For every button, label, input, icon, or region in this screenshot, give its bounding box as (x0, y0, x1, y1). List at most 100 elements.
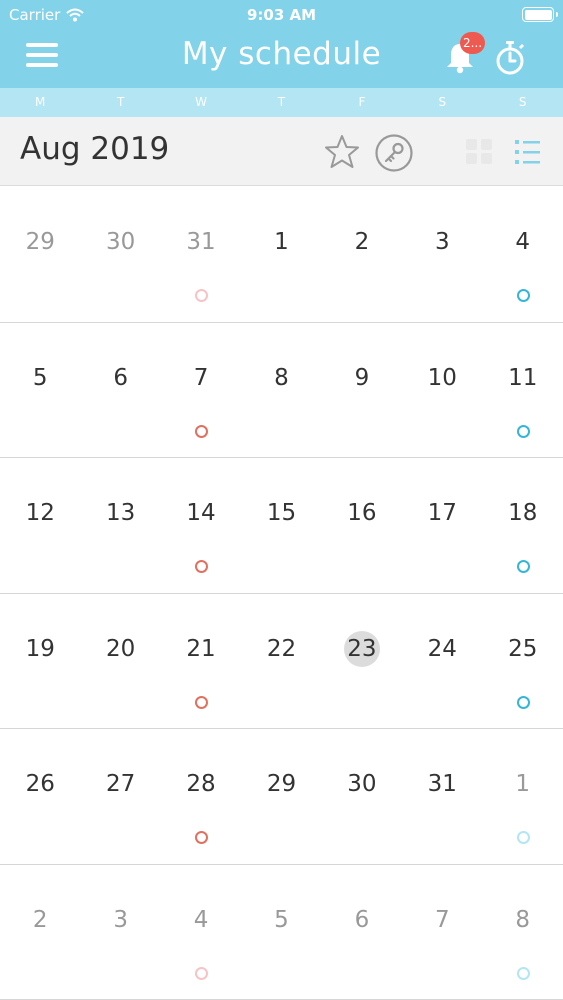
weekday-label: T (116, 95, 125, 109)
day-number-text: 8 (274, 364, 289, 391)
calendar-day[interactable]: 18 (483, 458, 563, 593)
calendar-day-number: 24 (402, 636, 482, 662)
calendar-day[interactable]: 21 (161, 594, 241, 729)
day-number-text: 2 (32, 906, 48, 933)
calendar-day[interactable]: 28 (161, 729, 241, 864)
calendar-day[interactable]: 29 (0, 187, 80, 322)
day-number-text: 29 (266, 771, 297, 797)
calendar-day[interactable]: 10 (402, 323, 482, 458)
event-indicator-dot (195, 966, 209, 980)
day-number-text: 16 (347, 500, 377, 526)
calendar-day[interactable]: 1 (483, 729, 563, 864)
calendar-day-number: 31 (161, 229, 241, 255)
day-number-text: 3 (435, 229, 450, 255)
calendar-day[interactable]: 2 (0, 865, 80, 1000)
calendar-day[interactable]: 5 (241, 865, 321, 1000)
calendar-day[interactable]: 23 (322, 594, 402, 729)
day-number-text: 25 (508, 635, 538, 662)
calendar-day-number: 4 (161, 907, 241, 933)
calendar-day-number: 7 (402, 907, 482, 933)
day-number-text: 11 (508, 364, 538, 391)
calendar-day[interactable]: 11 (483, 323, 563, 458)
calendar-day[interactable]: 9 (322, 323, 402, 458)
event-indicator-dot (516, 966, 530, 980)
calendar-day[interactable]: 19 (0, 594, 80, 729)
calendar-day-number: 1 (483, 771, 563, 797)
calendar-day[interactable]: 31 (402, 729, 482, 864)
calendar-day[interactable]: 8 (483, 865, 563, 1000)
calendar-day[interactable]: 12 (0, 458, 80, 593)
calendar-day-number: 21 (161, 636, 241, 662)
notification-badge: 2... (460, 32, 486, 54)
calendar-day-number: 17 (402, 500, 482, 526)
calendar-day[interactable]: 6 (322, 865, 402, 1000)
calendar-day-number: 3 (80, 907, 160, 933)
calendar-day[interactable]: 5 (0, 323, 80, 458)
calendar-day-number: 11 (483, 365, 563, 391)
day-number-text: 9 (354, 364, 370, 391)
day-number-text: 13 (105, 500, 136, 526)
day-number-text: 4 (515, 229, 531, 255)
day-number-text: 27 (105, 771, 136, 797)
calendar-day-number: 20 (80, 636, 160, 662)
calendar-day[interactable]: 31 (161, 187, 241, 322)
calendar-day[interactable]: 30 (80, 187, 160, 322)
calendar-day[interactable]: 3 (402, 187, 482, 322)
calendar-day-number: 7 (161, 365, 241, 391)
month-header: Aug 2019 (0, 117, 563, 186)
status-bar: Carrier 9:03 AM (0, 0, 563, 30)
calendar-day[interactable]: 6 (80, 323, 160, 458)
day-number-text: 19 (25, 635, 55, 662)
calendar-day[interactable]: 4 (161, 865, 241, 1000)
event-indicator-dot (516, 560, 530, 573)
calendar-day[interactable]: 2 (322, 187, 402, 322)
day-number-text: 31 (186, 229, 216, 255)
calendar-day-number: 8 (483, 907, 563, 933)
nav-bar: My schedule 2... (0, 30, 563, 88)
day-number-text: 7 (193, 364, 209, 391)
event-indicator-dot (195, 831, 209, 844)
calendar-day[interactable]: 15 (241, 458, 321, 593)
list-view-icon[interactable] (512, 137, 544, 167)
calendar-day-number: 5 (241, 907, 321, 933)
grid-view-icon[interactable] (464, 137, 496, 167)
calendar-day[interactable]: 24 (402, 594, 482, 729)
calendar-day[interactable]: 16 (322, 458, 402, 593)
calendar-day-number: 30 (80, 229, 160, 255)
calendar-day[interactable]: 13 (80, 458, 160, 593)
day-number-text: 21 (186, 635, 216, 662)
calendar-day[interactable]: 29 (241, 729, 321, 864)
calendar-grid: 29 30 31 1 2 3 4 5 6 7 8 9 10 11 12 13 14 15 16 17 18 19 20 21 2… (0, 187, 563, 1000)
calendar-day-number: 13 (80, 500, 160, 526)
status-time: 9:03 AM (246, 6, 317, 24)
calendar-day[interactable]: 27 (80, 729, 160, 864)
weekday-header: M T W T F S S (0, 88, 563, 117)
calendar-day[interactable]: 7 (161, 323, 241, 458)
calendar-day[interactable]: 17 (402, 458, 482, 593)
calendar-day[interactable]: 22 (241, 594, 321, 729)
calendar-day[interactable]: 3 (80, 865, 160, 1000)
stopwatch-icon[interactable] (490, 38, 530, 78)
calendar-day[interactable]: 7 (402, 865, 482, 1000)
day-number-text: 22 (266, 635, 297, 662)
day-number-text: 26 (25, 771, 55, 797)
day-number-text: 29 (25, 229, 55, 255)
calendar-day[interactable]: 1 (241, 187, 321, 322)
star-icon[interactable] (322, 133, 362, 171)
calendar-day[interactable]: 26 (0, 729, 80, 864)
calendar-day[interactable]: 4 (483, 187, 563, 322)
day-number-text: 30 (347, 771, 377, 797)
day-number-text: 14 (186, 500, 216, 526)
calendar-day[interactable]: 8 (241, 323, 321, 458)
calendar-day-number: 29 (241, 771, 321, 797)
key-icon[interactable] (373, 133, 415, 173)
calendar-day[interactable]: 14 (161, 458, 241, 593)
calendar-day[interactable]: 20 (80, 594, 160, 729)
calendar-day-number: 2 (322, 229, 402, 255)
day-number-text: 28 (186, 771, 216, 797)
calendar-day[interactable]: 25 (483, 594, 563, 729)
calendar-day[interactable]: 30 (322, 729, 402, 864)
day-number-text: 12 (25, 500, 55, 526)
day-number-text: 31 (427, 771, 457, 797)
day-number-text: 6 (354, 906, 370, 933)
